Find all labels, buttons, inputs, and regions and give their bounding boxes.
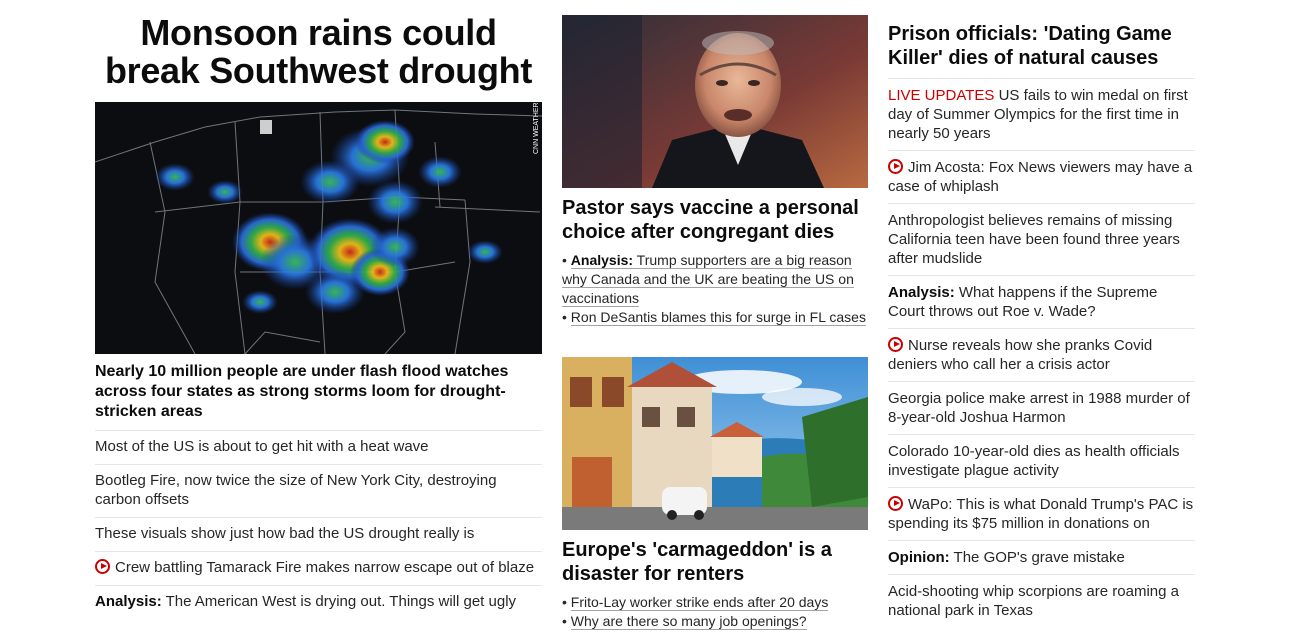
headline-text: Georgia police make arrest in 1988 murde… <box>888 390 1190 426</box>
right-column: Prison officials: 'Dating Game Killer' d… <box>888 0 1195 627</box>
bullet-link[interactable]: Ron DeSantis blames this for surge in FL… <box>570 309 866 326</box>
play-icon <box>888 496 903 511</box>
list-item[interactable]: Bootleg Fire, now twice the size of New … <box>95 465 542 518</box>
story-headline[interactable]: Europe's 'carmageddon' is a disaster for… <box>562 538 868 586</box>
bullet-item: • Frito-Lay worker strike ends after 20 … <box>562 594 829 611</box>
analysis-label: Analysis: <box>570 252 634 268</box>
play-icon <box>888 159 903 174</box>
bullet-link[interactable]: Why are there so many job openings? <box>570 613 807 630</box>
list-item[interactable]: These visuals show just how bad the US d… <box>95 518 542 552</box>
headline-text: The American West is drying out. Things … <box>161 593 517 610</box>
headline-text: Acid-shooting whip scorpions are roaming… <box>888 583 1179 619</box>
live-updates-label: LIVE UPDATES <box>888 87 995 104</box>
list-item[interactable]: LIVE UPDATES US fails to win medal on fi… <box>888 79 1195 151</box>
lead-headline[interactable]: Monsoon rains could break Southwest drou… <box>95 14 542 90</box>
list-item[interactable]: Jim Acosta: Fox News viewers may have a … <box>888 151 1195 204</box>
bullet-item: • Analysis: Trump supporters are a big r… <box>562 252 854 307</box>
headline-text: WaPo: This is what Donald Trump's PAC is… <box>888 496 1194 532</box>
list-item[interactable]: Most of the US is about to get hit with … <box>95 431 542 465</box>
left-column: Monsoon rains could break Southwest drou… <box>95 0 542 619</box>
coastal-town-photo[interactable] <box>562 357 868 530</box>
headline-text: These visuals show just how bad the US d… <box>95 525 475 542</box>
weather-radar-map-image[interactable]: CNN WEATHER <box>95 102 542 354</box>
related-links: • Frito-Lay worker strike ends after 20 … <box>562 593 868 631</box>
list-item[interactable]: Nurse reveals how she pranks Covid denie… <box>888 329 1195 382</box>
bullet-link[interactable]: Analysis: Trump supporters are a big rea… <box>562 252 854 307</box>
headline-text: Crew battling Tamarack Fire makes narrow… <box>115 559 535 576</box>
list-item[interactable]: Analysis: What happens if the Supreme Co… <box>888 276 1195 329</box>
headline-text: Nurse reveals how she pranks Covid denie… <box>888 337 1153 373</box>
headline-text: Most of the US is about to get hit with … <box>95 438 429 455</box>
list-item[interactable]: Analysis: The American West is drying ou… <box>95 586 542 619</box>
list-item[interactable]: WaPo: This is what Donald Trump's PAC is… <box>888 488 1195 541</box>
list-item[interactable]: Colorado 10-year-old dies as health offi… <box>888 435 1195 488</box>
headline-text: Bootleg Fire, now twice the size of New … <box>95 472 497 508</box>
right-headline[interactable]: Prison officials: 'Dating Game Killer' d… <box>888 22 1195 79</box>
headline-text: Jim Acosta: Fox News viewers may have a … <box>888 159 1193 195</box>
headline-text: Colorado 10-year-old dies as health offi… <box>888 443 1180 479</box>
bullet-item: • Ron DeSantis blames this for surge in … <box>562 309 866 326</box>
bullet-item: • Why are there so many job openings? <box>562 613 807 630</box>
headline-text: The GOP's grave mistake <box>949 549 1125 566</box>
analysis-label: Analysis: <box>888 284 955 301</box>
lead-subheadline[interactable]: Nearly 10 million people are under flash… <box>95 362 542 431</box>
opinion-label: Opinion: <box>888 549 950 566</box>
list-item[interactable]: Anthropologist believes remains of missi… <box>888 204 1195 276</box>
list-item[interactable]: Acid-shooting whip scorpions are roaming… <box>888 575 1195 627</box>
bullet-link[interactable]: Frito-Lay worker strike ends after 20 da… <box>570 594 829 611</box>
play-icon <box>888 337 903 352</box>
story-headline[interactable]: Pastor says vaccine a personal choice af… <box>562 196 868 244</box>
play-icon <box>95 559 110 574</box>
list-item[interactable]: Georgia police make arrest in 1988 murde… <box>888 382 1195 435</box>
middle-column: Pastor says vaccine a personal choice af… <box>562 0 868 631</box>
headline-text: Anthropologist believes remains of missi… <box>888 212 1180 267</box>
image-credit: CNN WEATHER <box>533 102 540 154</box>
analysis-label: Analysis: <box>95 593 162 610</box>
list-item[interactable]: Opinion: The GOP's grave mistake <box>888 541 1195 575</box>
pastor-photo[interactable] <box>562 15 868 188</box>
related-links: • Analysis: Trump supporters are a big r… <box>562 251 868 327</box>
list-item[interactable]: Crew battling Tamarack Fire makes narrow… <box>95 552 542 586</box>
